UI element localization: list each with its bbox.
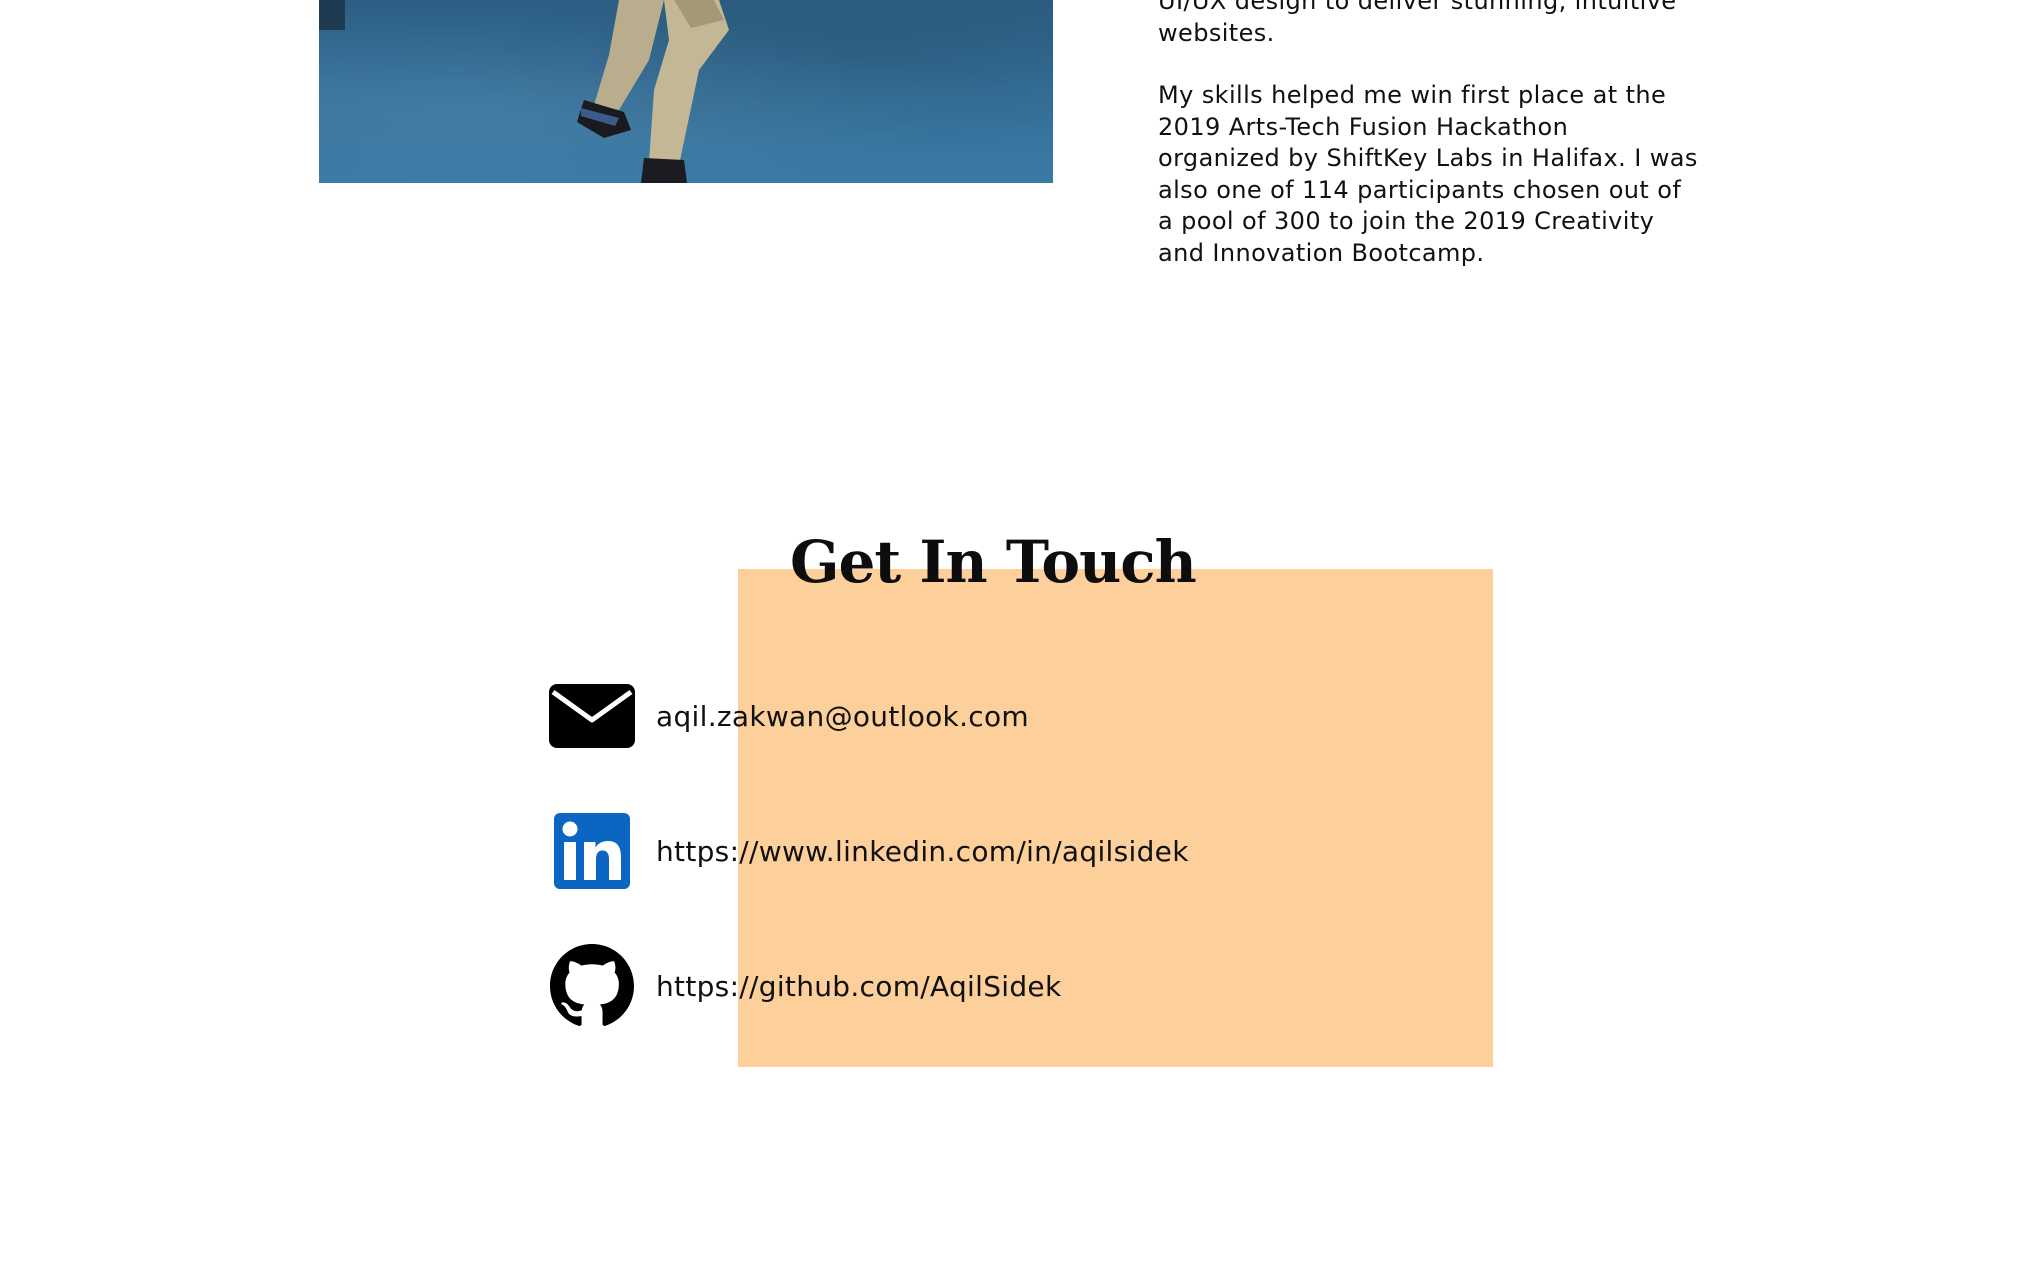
contact-github-link[interactable]: https://github.com/AqilSidek <box>656 970 1061 1003</box>
about-paragraph-2: My skills helped me win first place at t… <box>1158 81 1698 267</box>
linkedin-icon <box>548 807 636 895</box>
contact-github-row[interactable]: https://github.com/AqilSidek <box>548 941 1061 1031</box>
contact-title: Get In Touch <box>790 528 1197 596</box>
envelope-icon <box>548 672 636 760</box>
contact-linkedin-row[interactable]: https://www.linkedin.com/in/aqilsidek <box>548 806 1189 896</box>
about-text: UI/UX design to deliver stunning, intuit… <box>1158 0 1698 269</box>
person-figure <box>577 0 729 183</box>
contact-email-row[interactable]: aqil.zakwan@outlook.com <box>548 671 1029 761</box>
contact-linkedin-link[interactable]: https://www.linkedin.com/in/aqilsidek <box>656 835 1189 868</box>
contact-email-link[interactable]: aqil.zakwan@outlook.com <box>656 700 1029 733</box>
profile-photo <box>319 0 1053 183</box>
about-paragraph-1: UI/UX design to deliver stunning, intuit… <box>1158 0 1677 47</box>
github-icon <box>548 942 636 1030</box>
